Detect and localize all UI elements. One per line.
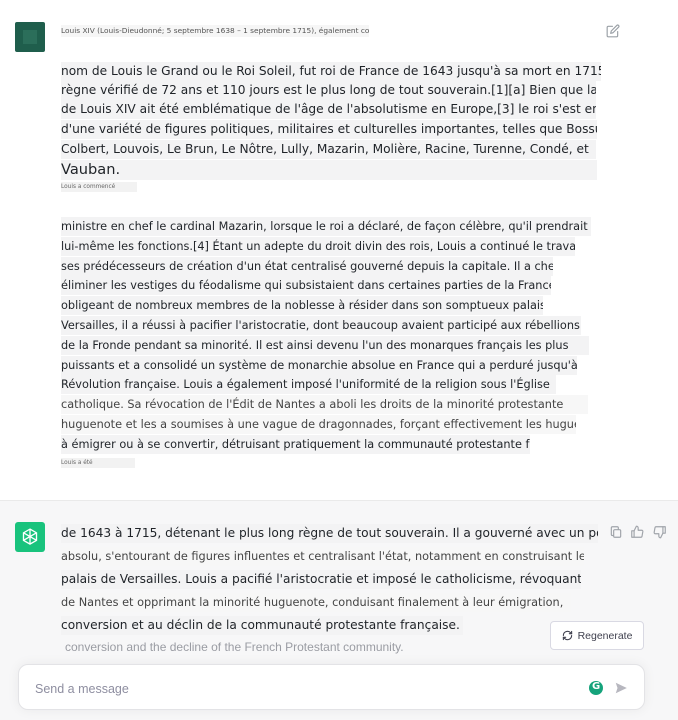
grammarly-icon[interactable] (589, 681, 603, 695)
user-avatar (15, 22, 45, 52)
user-line: Colbert, Louvois, Le Brun, Le Nôtre, Lul… (61, 140, 596, 159)
user-line: Louis a commencé (61, 182, 137, 192)
thumbs-down-icon[interactable] (653, 525, 667, 539)
assistant-line-translation: conversion and the decline of the French… (65, 640, 404, 654)
thumbs-up-icon[interactable] (630, 525, 644, 539)
regenerate-button[interactable]: Regenerate (550, 621, 644, 650)
user-line: Vauban. (61, 160, 597, 180)
user-line: Versailles, il a réussi à pacifier l'ari… (61, 316, 581, 335)
assistant-avatar (15, 522, 45, 552)
user-line: à émigrer ou à se convertir, détruisant … (61, 435, 530, 454)
user-line: ses prédécesseurs de création d'un état … (61, 257, 553, 276)
user-line: de la Fronde pendant sa minorité. Il est… (61, 336, 589, 355)
user-line: de Louis XIV ait été emblématique de l'â… (61, 100, 596, 119)
copy-icon[interactable] (609, 525, 623, 539)
message-input[interactable] (33, 678, 577, 700)
refresh-icon (562, 630, 572, 641)
user-line: nom de Louis le Grand ou le Roi Soleil, … (61, 62, 601, 81)
assistant-line: absolu, s'entourant de figures influente… (61, 547, 584, 566)
user-line: Révolution française. Louis a également … (61, 375, 556, 394)
assistant-line: de 1643 à 1715, détenant le plus long rè… (61, 524, 598, 543)
message-composer (18, 664, 645, 710)
edit-icon[interactable] (606, 24, 620, 38)
assistant-line: conversion et au déclin de la communauté… (61, 616, 463, 635)
user-line: d'une variété de figures politiques, mil… (61, 120, 597, 139)
send-icon[interactable] (614, 681, 628, 695)
user-line: catholique. Sa révocation de l'Édit de N… (61, 395, 588, 414)
openai-logo-icon (22, 528, 38, 545)
regenerate-label: Regenerate (577, 629, 633, 642)
assistant-line: palais de Versailles. Louis a pacifié l'… (61, 570, 581, 589)
user-line: règne vérifié de 72 ans et 110 jours est… (61, 81, 596, 100)
assistant-line: de Nantes et opprimant la minorité hugue… (61, 593, 571, 612)
user-line: Louis a été (61, 458, 135, 468)
user-line: huguenote et les a soumises à une vague … (61, 415, 576, 434)
user-line: Louis XIV (Louis-Dieudonné; 5 septembre … (61, 25, 369, 37)
user-line: obligeant de nombreux membres de la nobl… (61, 296, 543, 315)
user-line: lui-même les fonctions.[4] Étant un adep… (61, 237, 575, 256)
user-line: ministre en chef le cardinal Mazarin, lo… (61, 217, 591, 236)
user-line: éliminer les vestiges du féodalisme qui … (61, 276, 551, 295)
user-line: puissants et a consolidé un système de m… (61, 356, 577, 375)
